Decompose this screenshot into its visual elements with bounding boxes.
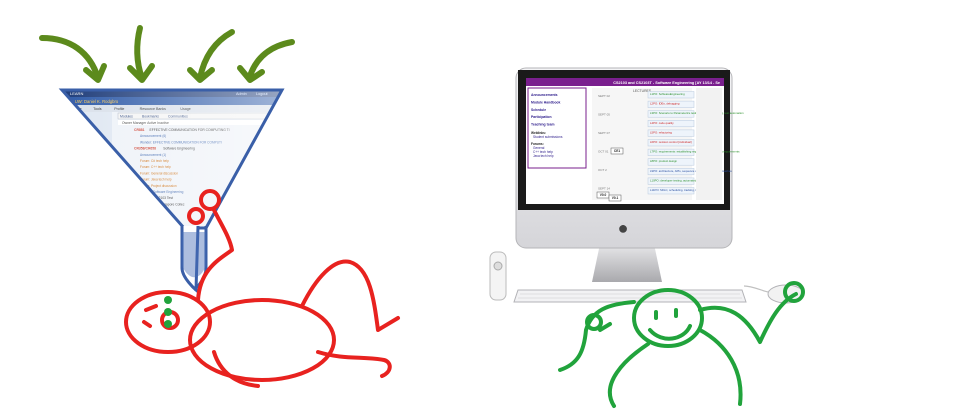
lecture-label[interactable]: L2PO: IDEs, debugging	[650, 102, 680, 106]
lecture-label[interactable]: L8PO: product design	[650, 159, 677, 163]
forum-link[interactable]: Java tech help	[533, 154, 554, 158]
module-code[interactable]: CR2102	[134, 202, 147, 206]
lecture-label[interactable]: L4PO: code quality	[650, 121, 674, 125]
week-marker: OCT 2	[598, 168, 607, 172]
imac-stand	[592, 244, 662, 282]
nav-link[interactable]: Participation	[531, 115, 552, 119]
course-banner: CS2103 and CS2103T - Software Engineerin…	[613, 81, 720, 85]
imac-scene: ● CS2103 and CS2103T - Software Engineer…	[489, 67, 805, 408]
arrow-icon-2	[127, 25, 155, 83]
week-marker: SEPT 07	[598, 131, 610, 135]
week-marker: OCT 01	[598, 150, 609, 154]
drip-icon	[164, 296, 172, 328]
funnel-scene: LEARN Admin Logout My UW: Daniel K. Rodg…	[39, 25, 400, 388]
remote-icon	[489, 251, 507, 301]
nav-link[interactable]: Schedule	[531, 108, 546, 112]
arrow-icon-4	[237, 39, 295, 83]
nav-link[interactable]: Announcements	[531, 93, 558, 97]
module-code[interactable]: CRS2106	[134, 196, 149, 200]
lecture-label[interactable]: L1PO: SoftwareEngineering	[650, 92, 685, 96]
red-stick-figure	[124, 189, 400, 388]
keyboard-icon	[513, 289, 747, 303]
nav-link[interactable]: Teaching team	[531, 123, 555, 127]
arrow-icon-1	[39, 35, 107, 83]
weblink[interactable]: Student submissions	[533, 135, 563, 139]
marker-label: V0.0	[600, 193, 607, 197]
marker-label: CE1	[614, 149, 620, 153]
week-marker: SEPT 02	[598, 94, 610, 98]
week-marker: SEPT 05	[598, 113, 610, 117]
arrow-icon-3	[187, 29, 235, 83]
week-marker: SEPT 14	[598, 187, 610, 191]
lecture-label[interactable]: L5PO: refactoring	[650, 130, 672, 134]
tree-item[interactable]: Chelf's: active wel	[140, 209, 166, 213]
apple-logo-icon: ●	[618, 218, 629, 238]
nav-link[interactable]: Module Handbook	[531, 100, 560, 104]
lecture-label[interactable]: L6PO: revision control [individual]	[650, 140, 692, 144]
imac-screen: CS2103 and CS2103T - Software Engineerin…	[526, 78, 744, 204]
lecture-label[interactable]: L7PO: requirements: establishing require…	[650, 150, 740, 154]
marker-label: V0.1	[612, 196, 619, 200]
